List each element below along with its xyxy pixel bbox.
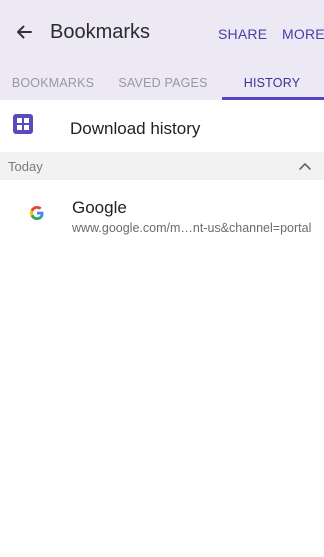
app-bar: Bookmarks SHARE MORE bbox=[0, 0, 324, 66]
chevron-up-icon bbox=[299, 163, 311, 170]
back-button[interactable] bbox=[12, 20, 36, 44]
download-grid-icon bbox=[13, 114, 33, 134]
share-button[interactable]: SHARE bbox=[218, 26, 267, 42]
section-label: Today bbox=[8, 159, 43, 174]
more-button[interactable]: MORE bbox=[282, 26, 324, 42]
download-history-label: Download history bbox=[70, 119, 201, 138]
item-url: www.google.com/m…nt-us&channel=portal bbox=[72, 221, 312, 235]
section-header-today[interactable]: Today bbox=[0, 152, 324, 180]
tab-bookmarks[interactable]: BOOKMARKS bbox=[0, 66, 106, 100]
page-title: Bookmarks bbox=[50, 21, 151, 43]
tab-history[interactable]: HISTORY bbox=[220, 66, 324, 100]
header: Bookmarks SHARE MORE BOOKMARKS SAVED PAG… bbox=[0, 0, 324, 100]
collapse-button[interactable] bbox=[296, 158, 314, 174]
download-history-row[interactable]: Download history bbox=[0, 100, 324, 152]
item-title: Google bbox=[72, 198, 127, 217]
tab-saved-pages[interactable]: SAVED PAGES bbox=[106, 66, 220, 100]
arrow-left-icon bbox=[17, 25, 32, 39]
list-item[interactable]: Google www.google.com/m…nt-us&channel=po… bbox=[0, 190, 324, 246]
google-g-icon bbox=[28, 204, 46, 222]
tab-bar: BOOKMARKS SAVED PAGES HISTORY bbox=[0, 66, 324, 100]
